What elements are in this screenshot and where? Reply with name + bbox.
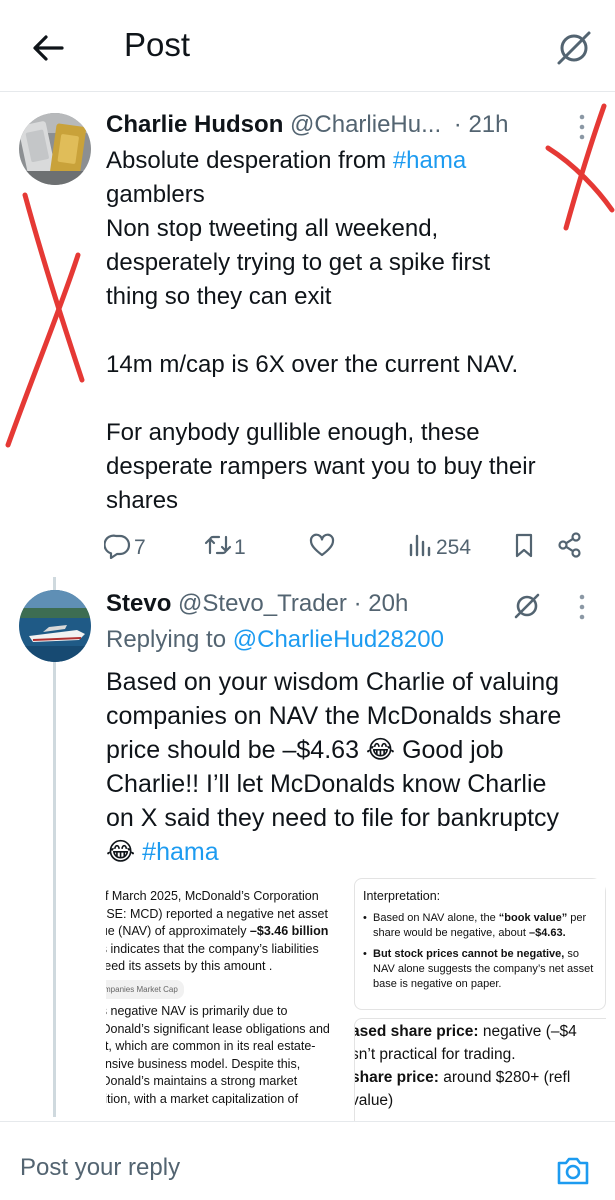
media-text: value) <box>354 1092 394 1109</box>
repost-button[interactable]: 1 <box>204 530 246 566</box>
like-icon <box>308 531 336 565</box>
repost-count: 1 <box>234 536 246 559</box>
post-header: Charlie Hudson @CharlieHu... · 21h <box>106 111 586 141</box>
post-text-line: shares <box>106 487 179 514</box>
post-text-line: desperately trying to get a spike first <box>106 249 491 276</box>
camera-icon[interactable] <box>554 1152 592 1190</box>
post-text-line: desperate rampers want you to buy their <box>106 453 536 480</box>
post-text-line: 14m m/cap is 6X over the current NAV. <box>106 351 519 378</box>
media-bullet: Based on NAV alone, the “book value” per… <box>363 911 599 941</box>
reply-text: Based on your wisdom Charlie of valuing … <box>106 665 601 869</box>
grok-icon[interactable] <box>510 589 544 623</box>
replying-to-label: Replying to <box>106 626 233 653</box>
like-button[interactable] <box>308 530 336 566</box>
replying-to: Replying to @CharlieHud28200 <box>106 626 444 654</box>
media-image-2[interactable]: Interpretation: Based on NAV alone, the … <box>354 878 606 1010</box>
attached-media[interactable]: of March 2025, McDonald’s Corporation YS… <box>106 878 606 1123</box>
reply-text-line: price should be –$4.63 😂 Good job <box>106 736 504 764</box>
hashtag-link[interactable]: #hama <box>142 838 218 866</box>
source-chip: mpanies Market Cap <box>106 979 184 999</box>
top-bar: Post <box>0 0 615 92</box>
hashtag-link[interactable]: #hama <box>393 147 466 174</box>
media-bullet: But stock prices cannot be negative, so … <box>363 947 599 992</box>
media-image-1[interactable]: of March 2025, McDonald’s Corporation YS… <box>106 878 348 1123</box>
views-icon <box>406 531 434 565</box>
bookmark-button[interactable] <box>510 530 538 566</box>
reply-text-line: on X said they need to file for bankrupt… <box>106 804 560 832</box>
reply-text-line: Charlie!! I’ll let McDonalds know Charli… <box>106 770 547 798</box>
bookmark-icon <box>510 531 538 565</box>
reply-icon <box>103 531 132 565</box>
share-icon <box>556 531 584 565</box>
back-arrow-icon[interactable] <box>28 28 68 68</box>
post-time[interactable]: · 20h <box>354 590 409 617</box>
reply-button[interactable]: 7 <box>103 530 146 566</box>
media-text: is negative NAV is primarily due to :Don… <box>106 1004 330 1106</box>
reply-text-line: Based on your wisdom Charlie of valuing <box>106 668 560 696</box>
post-time[interactable]: · 21h <box>454 111 509 138</box>
media-text: ased share price: negative (–$4 <box>354 1023 577 1040</box>
media-heading: Interpretation: <box>363 889 441 903</box>
reply-header: Stevo @Stevo_Trader · 20h <box>106 590 546 622</box>
emoji: 😂 <box>106 838 143 866</box>
avatar[interactable] <box>19 590 91 662</box>
author-handle[interactable]: @CharlieHu... <box>290 111 441 138</box>
reply-count: 7 <box>134 536 146 559</box>
post-actions: 7 1 254 <box>0 530 615 566</box>
media-text: share price: around $280+ (refl <box>354 1069 571 1086</box>
post-text: Absolute desperation from #hama gamblers… <box>106 144 601 518</box>
grok-icon[interactable] <box>552 26 596 70</box>
more-icon[interactable] <box>572 112 592 142</box>
author-name[interactable]: Charlie Hudson <box>106 111 283 138</box>
more-icon[interactable] <box>572 592 592 622</box>
post-text-line: Non stop tweeting all weekend, <box>106 215 439 242</box>
post-text-line: For anybody gullible enough, these <box>106 419 480 446</box>
reply-text-line: companies on NAV the McDonalds share <box>106 702 562 730</box>
views-count: 254 <box>436 536 472 559</box>
mention-link[interactable]: @CharlieHud28200 <box>233 626 444 653</box>
post-text-line: thing so they can exit <box>106 283 332 310</box>
author-handle[interactable]: @Stevo_Trader <box>178 590 347 617</box>
reply-input[interactable]: Post your reply <box>20 1154 180 1182</box>
reply-composer: Post your reply <box>0 1121 615 1200</box>
author-name[interactable]: Stevo <box>106 590 171 617</box>
media-text: of March 2025, McDonald’s Corporation YS… <box>106 888 348 999</box>
repost-icon <box>204 531 232 565</box>
avatar[interactable] <box>19 113 91 185</box>
post-text-line: gamblers <box>106 181 205 208</box>
media-image-3[interactable]: ased share price: negative (–$4 sn’t pra… <box>354 1018 606 1123</box>
post-text-line: Absolute desperation from <box>106 147 393 174</box>
page-title: Post <box>124 26 191 63</box>
share-button[interactable] <box>556 530 584 566</box>
views-button[interactable]: 254 <box>406 530 471 566</box>
media-text: sn’t practical for trading. <box>354 1046 516 1063</box>
